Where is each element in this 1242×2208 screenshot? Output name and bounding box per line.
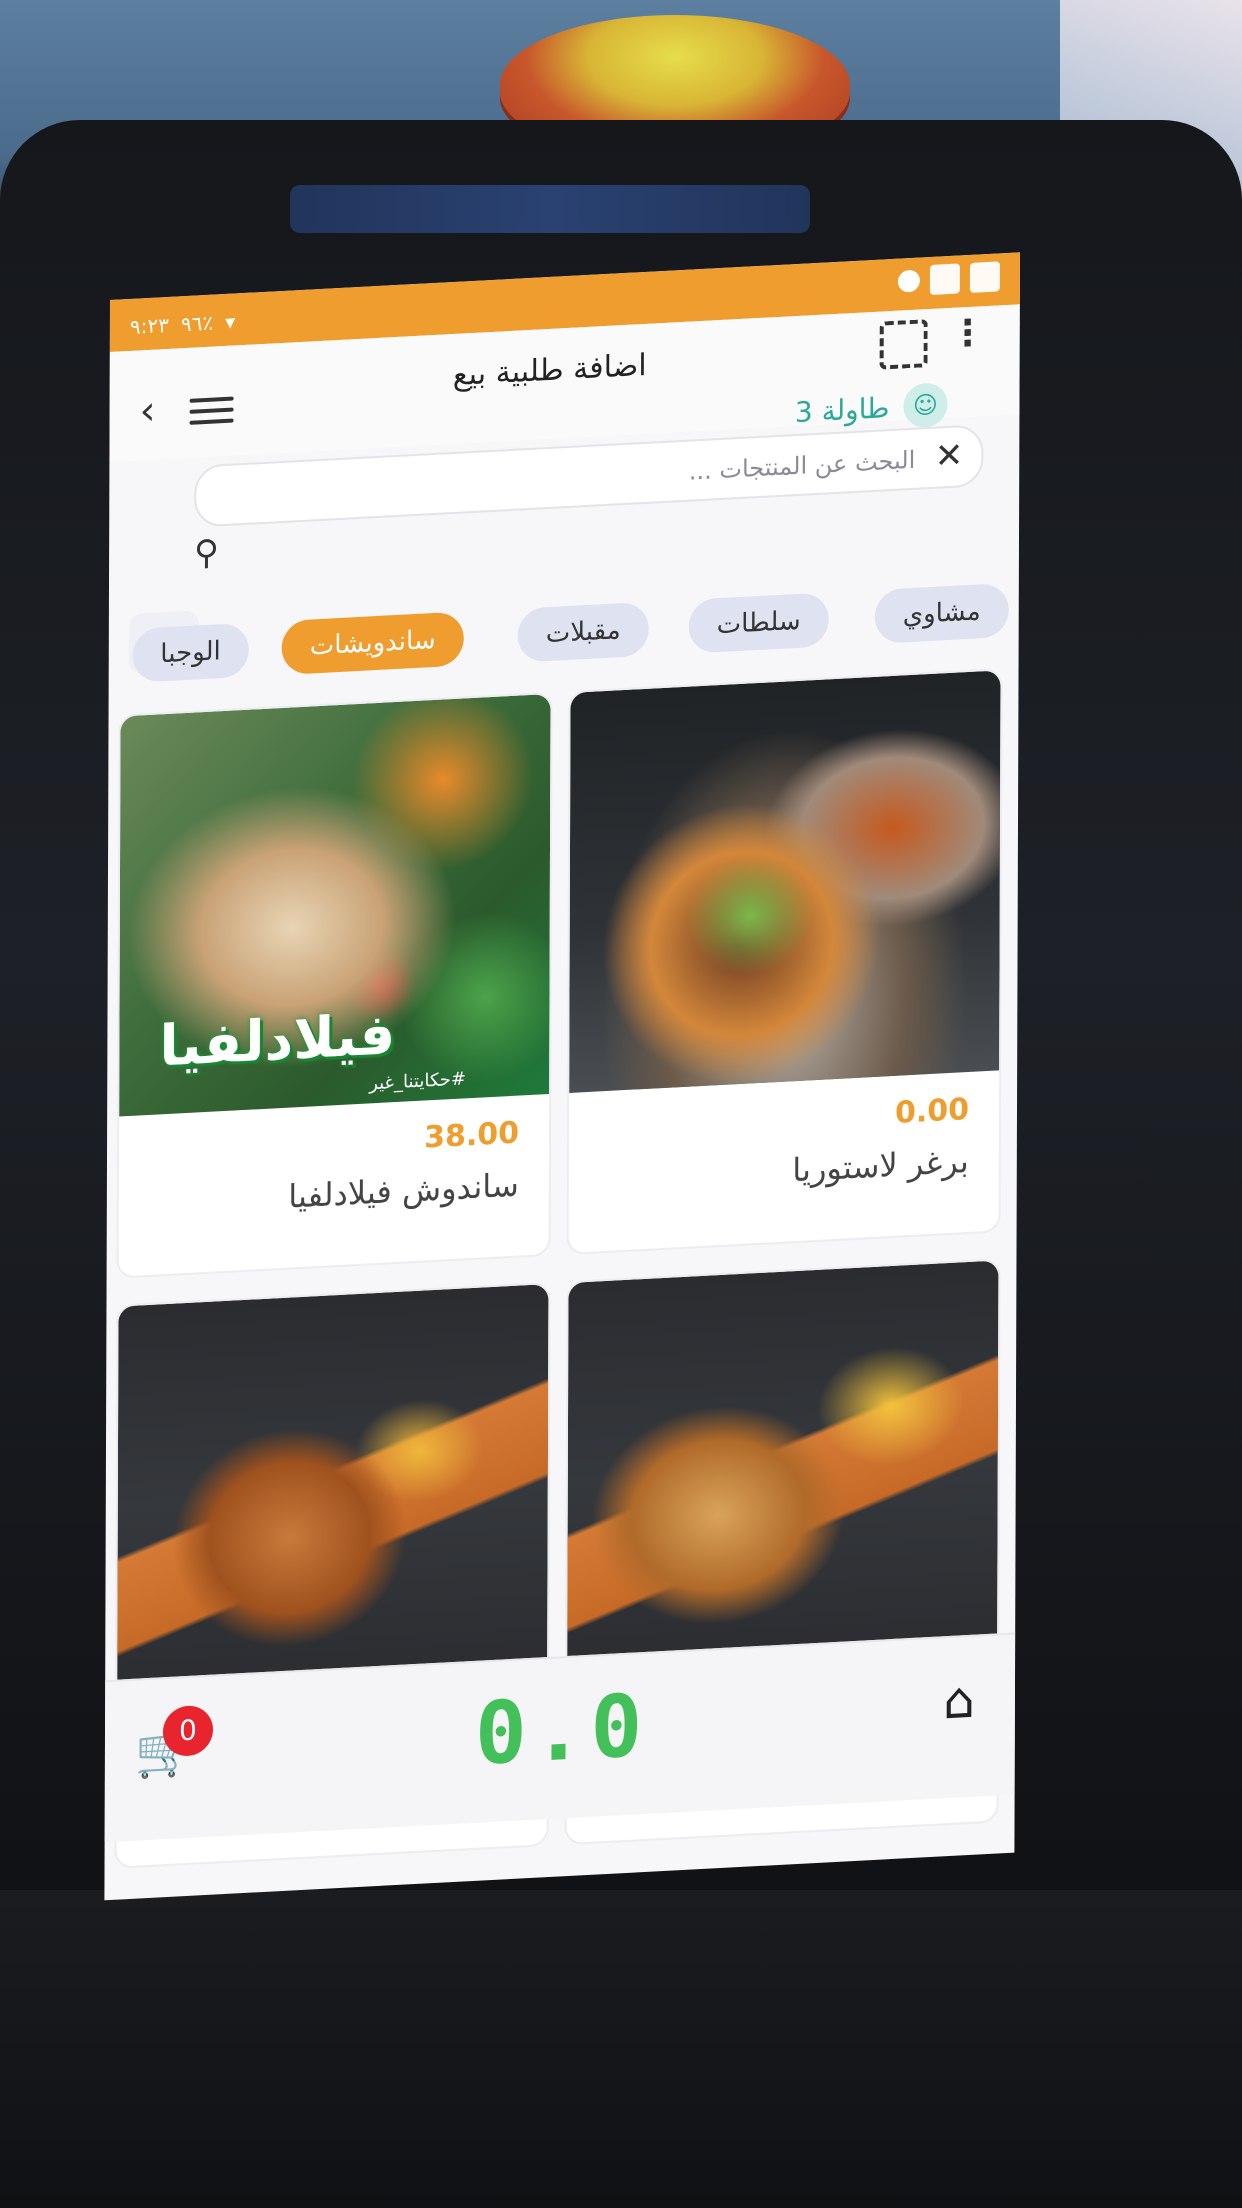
table-label[interactable]: طاولة 3	[795, 391, 890, 429]
home-icon[interactable]: ⌂	[943, 1671, 975, 1731]
status-right	[897, 261, 1000, 296]
status-box-icon	[929, 263, 960, 296]
tablet-glare	[290, 185, 810, 233]
order-total: 0.0	[474, 1675, 649, 1785]
product-card[interactable]: 0.00 برغر لاستوريا	[566, 668, 1003, 1256]
category-chip[interactable]: مشاوي	[874, 582, 1009, 644]
image-brand-text: فيلادلفيا	[159, 1002, 396, 1080]
status-battery: ٩٦٪	[180, 310, 214, 337]
status-box-icon	[969, 261, 1000, 293]
wifi-icon: ▾	[225, 309, 236, 334]
category-chip[interactable]: مقبلات	[517, 601, 649, 663]
category-chip[interactable]: الوجبا	[132, 622, 249, 683]
product-name: ساندوش فيلادلفيا	[288, 1165, 519, 1216]
status-time: ٩:٢٣	[129, 312, 169, 339]
search-icon[interactable]: ⚲	[194, 532, 219, 573]
product-image	[117, 1284, 549, 1707]
page-title: اضافة طلبية بيع	[452, 347, 647, 394]
product-card[interactable]: فيلادلفيا #حكايتنا_غير 38.00 ساندوش فيلا…	[116, 691, 553, 1279]
category-chip-active[interactable]: ساندويشات	[281, 611, 464, 676]
product-image: فيلادلفيا #حكايتنا_غير	[119, 693, 551, 1117]
scan-icon[interactable]	[879, 319, 928, 370]
product-name: برغر لاستوريا	[792, 1141, 969, 1190]
tablet-bottom-bezel	[0, 1890, 1242, 2208]
image-hashtag-text: #حكايتنا_غير	[369, 1068, 467, 1095]
product-price: 38.00	[424, 1115, 520, 1156]
cart-count-badge: 0	[162, 1704, 214, 1758]
category-chip[interactable]: سلطات	[688, 592, 829, 654]
product-price: 0.00	[894, 1091, 970, 1131]
product-image	[567, 1260, 999, 1684]
location-icon	[897, 269, 920, 293]
product-image	[569, 670, 1001, 1093]
back-icon[interactable]: ‹	[128, 387, 168, 435]
more-icon[interactable]: ⋮	[950, 312, 986, 355]
user-icon[interactable]: ☺	[903, 382, 948, 429]
tablet-screen: ٩:٢٣ ٩٦٪ ▾ ‹ اضافة طلبية بيع ⋮ طاولة 3 ☺…	[104, 252, 1020, 1901]
close-icon[interactable]: ✕	[935, 435, 964, 477]
status-left: ٩:٢٣ ٩٦٪ ▾	[130, 309, 235, 339]
search-input[interactable]	[313, 439, 918, 512]
menu-icon[interactable]	[189, 390, 234, 432]
